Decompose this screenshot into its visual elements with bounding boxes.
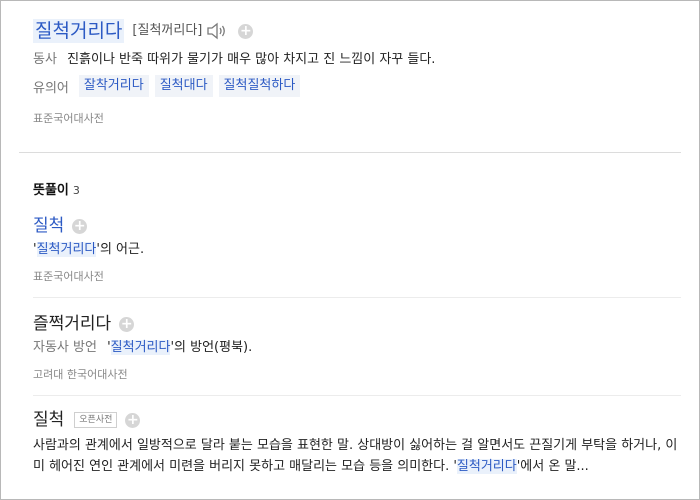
meaning-2-source[interactable]: 고려대 한국어대사전 [33,366,128,382]
meanings-title: 뜻풀이 3 [33,179,80,198]
linked-word[interactable]: 질척거리다 [110,340,171,355]
headword[interactable]: 질척거리다 [33,19,125,43]
meanings-count: 3 [72,184,80,197]
part-of-speech: 동사 [33,52,57,67]
meaning-word[interactable]: 즐쩍거리다 [33,313,111,335]
add-to-wordbook-icon[interactable]: + [119,316,135,332]
entry-definition: 동사 진흙이나 반죽 따위가 물기가 매우 많아 차지고 진 느낌이 자꾸 들다… [33,51,435,69]
meaning-3-definition: 사람과의 관계에서 일방적으로 달라 붙는 모습을 표현한 말. 상대방이 싫어… [33,435,683,477]
add-to-wordbook-icon[interactable]: + [125,412,141,428]
definition-text: '의 방언(평북). [170,340,253,355]
meaning-word[interactable]: 질척 [33,409,64,431]
add-to-wordbook-icon[interactable]: + [72,218,88,234]
meaning-divider [33,297,681,298]
meaning-1-definition: '질척거리다'의 어근. [33,241,144,259]
pronunciation: [질척꺼리다] [132,23,203,38]
definition-text: 진흙이나 반죽 따위가 물기가 매우 많아 차지고 진 느낌이 자꾸 들다. [67,52,436,67]
speaker-icon[interactable] [206,20,230,42]
meaning-3-header: 질척 오픈사전 + [33,409,141,431]
meaning-1-header: 질척 + [33,215,88,237]
meanings-title-text: 뜻풀이 [33,183,69,198]
section-divider [19,152,681,153]
dictionary-panel: 질척거리다 [질척꺼리다] + 동사 진흙이나 반죽 따위가 물기가 매우 많아… [0,0,700,500]
definition-text: '의 어근. [96,242,145,257]
linked-word[interactable]: 질척거리다 [36,242,97,257]
definition-text: '에서 온 말... [516,459,589,474]
synonym-chip[interactable]: 질척질척하다 [218,75,301,97]
add-to-wordbook-icon[interactable]: + [238,23,254,39]
meaning-1-source[interactable]: 표준국어대사전 [33,268,104,284]
entry-header: 질척거리다 [질척꺼리다] + [33,19,254,43]
meaning-word[interactable]: 질척 [33,215,64,237]
meaning-2-header: 즐쩍거리다 + [33,313,135,335]
entry-source[interactable]: 표준국어대사전 [33,110,104,126]
meaning-2-definition: 자동사 방언 '질척거리다'의 방언(평북). [33,339,252,357]
part-of-speech: 자동사 방언 [33,340,97,355]
synonyms-row: 유의어 잘착거리다 질척대다 질척질척하다 [33,75,306,97]
meaning-divider [33,395,681,396]
linked-word[interactable]: 질척거리다 [456,459,517,474]
open-dictionary-badge: 오픈사전 [74,412,118,428]
synonym-chip[interactable]: 질척대다 [154,75,213,97]
synonyms-label: 유의어 [33,80,69,96]
synonym-chip[interactable]: 잘착거리다 [78,75,149,97]
